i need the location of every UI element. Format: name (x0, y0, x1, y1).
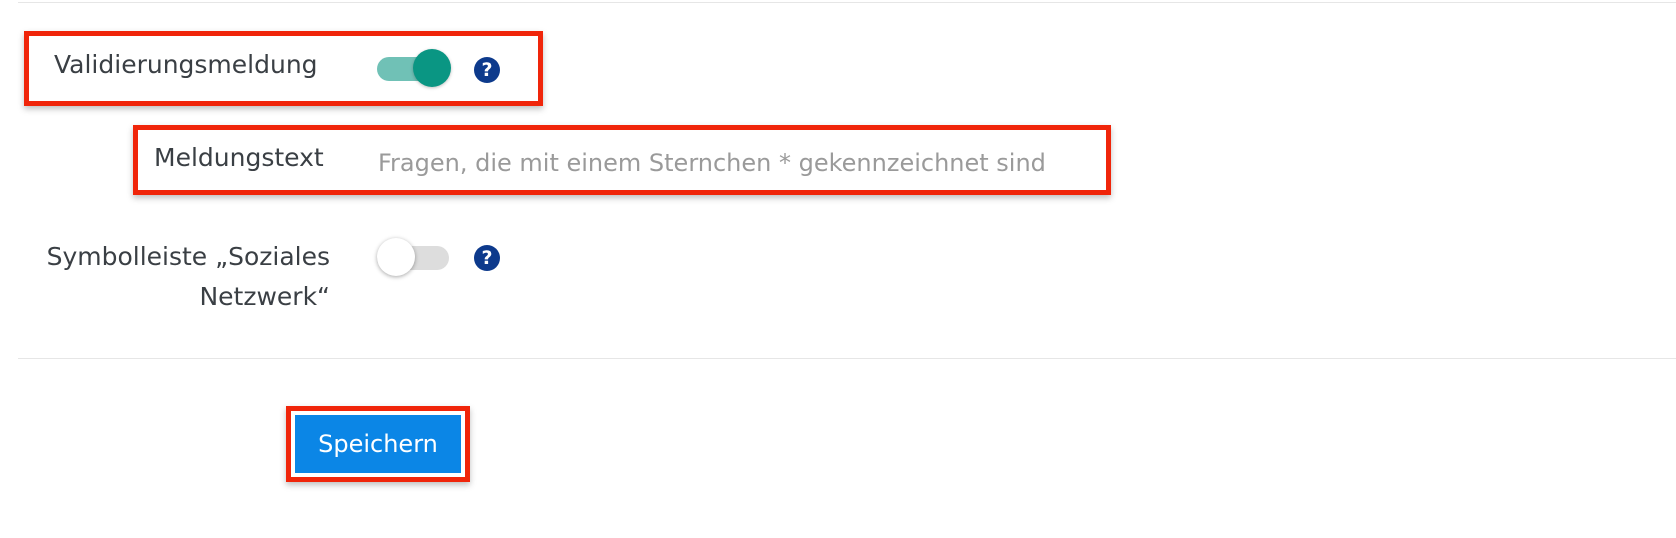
top-divider (18, 2, 1676, 3)
help-icon[interactable]: ? (474, 245, 500, 271)
social-toolbar-toggle[interactable] (377, 235, 449, 279)
validation-message-toggle[interactable] (377, 46, 451, 90)
message-text-input[interactable] (378, 146, 1103, 180)
social-toolbar-label-line1: Symbolleiste „Soziales (46, 242, 330, 271)
help-icon[interactable]: ? (474, 57, 500, 83)
validation-message-label: Validierungsmeldung (54, 50, 318, 79)
social-toolbar-label-line2: Netzwerk“ (199, 282, 330, 311)
toggle-knob (413, 49, 451, 87)
message-text-label: Meldungstext (154, 143, 324, 172)
save-button[interactable]: Speichern (295, 415, 461, 473)
toggle-knob (377, 238, 415, 276)
bottom-divider (18, 358, 1676, 359)
social-toolbar-label: Symbolleiste „Soziales Netzwerk“ (18, 237, 330, 317)
